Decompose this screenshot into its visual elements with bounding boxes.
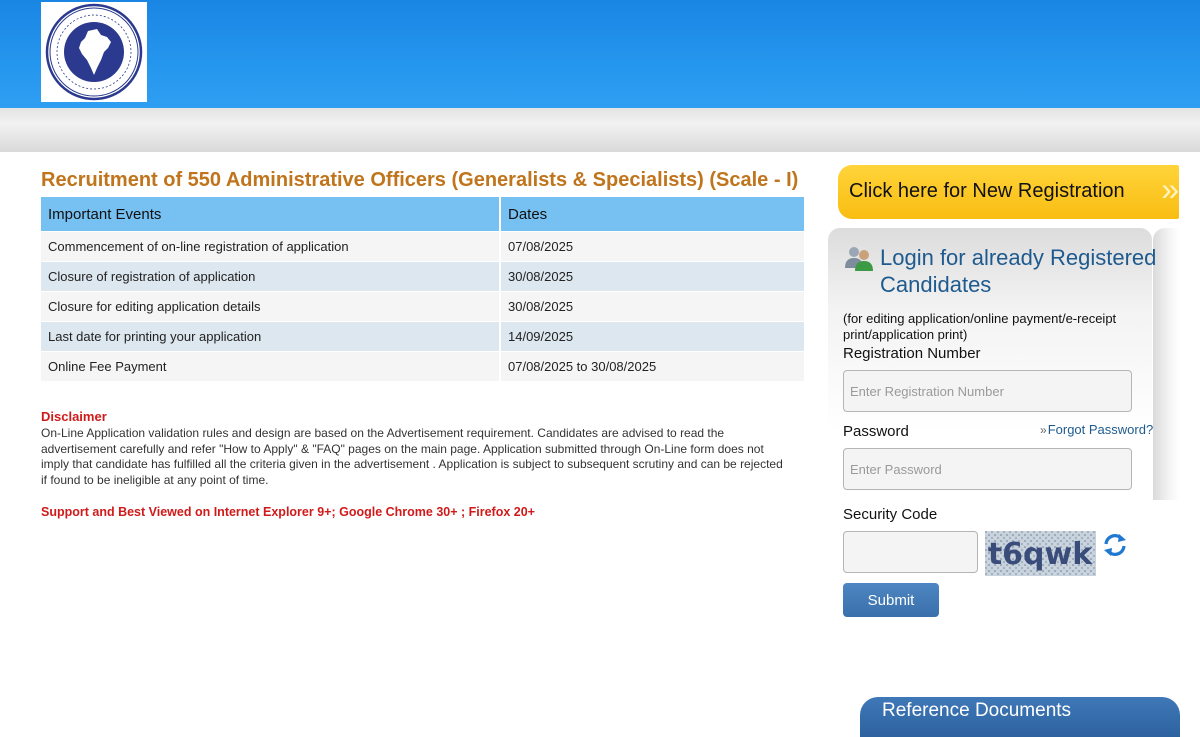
date-cell: 30/08/2025 bbox=[500, 261, 804, 292]
main-content: Recruitment of 550 Administrative Office… bbox=[41, 166, 804, 519]
captcha-image: t6qwk bbox=[985, 531, 1096, 576]
date-cell: 14/09/2025 bbox=[500, 321, 804, 352]
captcha-text: t6qwk bbox=[988, 537, 1093, 572]
refresh-icon[interactable] bbox=[1102, 532, 1128, 558]
company-logo bbox=[41, 2, 147, 102]
disclaimer-title: Disclaimer bbox=[41, 409, 107, 424]
double-chevron-right-icon: » bbox=[1161, 171, 1179, 207]
registration-number-input[interactable] bbox=[843, 370, 1132, 412]
table-row: Closure for editing application details … bbox=[41, 291, 804, 322]
password-input[interactable] bbox=[843, 448, 1132, 490]
logo-emblem-icon bbox=[45, 3, 143, 101]
table-row: Commencement of on-line registration of … bbox=[41, 231, 804, 262]
column-header-dates: Dates bbox=[500, 197, 804, 232]
forgot-password-label: Forgot Password? bbox=[1047, 422, 1154, 437]
security-code-label: Security Code bbox=[843, 506, 938, 523]
new-registration-label: Click here for New Registration bbox=[849, 180, 1125, 202]
reference-documents-label: Reference Documents bbox=[882, 700, 1072, 721]
submit-button[interactable]: Submit bbox=[843, 583, 939, 617]
important-events-table: Important Events Dates Commencement of o… bbox=[41, 197, 804, 381]
event-cell: Closure for editing application details bbox=[41, 291, 501, 322]
login-subtext: (for editing application/online payment/… bbox=[843, 311, 1117, 342]
date-cell: 07/08/2025 bbox=[500, 231, 804, 262]
site-header bbox=[0, 0, 1200, 108]
table-header-row: Important Events Dates bbox=[41, 197, 804, 232]
registration-number-label: Registration Number bbox=[843, 345, 981, 362]
date-cell: 07/08/2025 to 30/08/2025 bbox=[500, 351, 804, 381]
security-code-input[interactable] bbox=[843, 531, 978, 573]
event-cell: Closure of registration of application bbox=[41, 261, 501, 292]
date-cell: 30/08/2025 bbox=[500, 291, 804, 322]
event-cell: Online Fee Payment bbox=[41, 351, 501, 381]
browser-support-note: Support and Best Viewed on Internet Expl… bbox=[41, 505, 535, 519]
column-header-events: Important Events bbox=[41, 197, 501, 232]
reference-documents-tab[interactable]: Reference Documents bbox=[860, 697, 1180, 737]
table-row: Closure of registration of application 3… bbox=[41, 261, 804, 292]
password-label: Password bbox=[843, 423, 909, 440]
login-heading: Login for already Registered Candidates bbox=[880, 245, 1157, 297]
disclaimer-text: On-Line Application validation rules and… bbox=[41, 426, 783, 487]
double-chevron-right-icon: » bbox=[1040, 423, 1046, 437]
page-title: Recruitment of 550 Administrative Office… bbox=[41, 169, 799, 191]
users-icon bbox=[845, 247, 873, 271]
event-cell: Commencement of on-line registration of … bbox=[41, 231, 501, 262]
nav-bar bbox=[0, 108, 1200, 152]
forgot-password-link[interactable]: » Forgot Password? bbox=[1040, 422, 1153, 437]
table-row: Online Fee Payment 07/08/2025 to 30/08/2… bbox=[41, 351, 804, 381]
new-registration-button[interactable]: Click here for New Registration » bbox=[838, 165, 1179, 219]
event-cell: Last date for printing your application bbox=[41, 321, 501, 352]
table-row: Last date for printing your application … bbox=[41, 321, 804, 352]
